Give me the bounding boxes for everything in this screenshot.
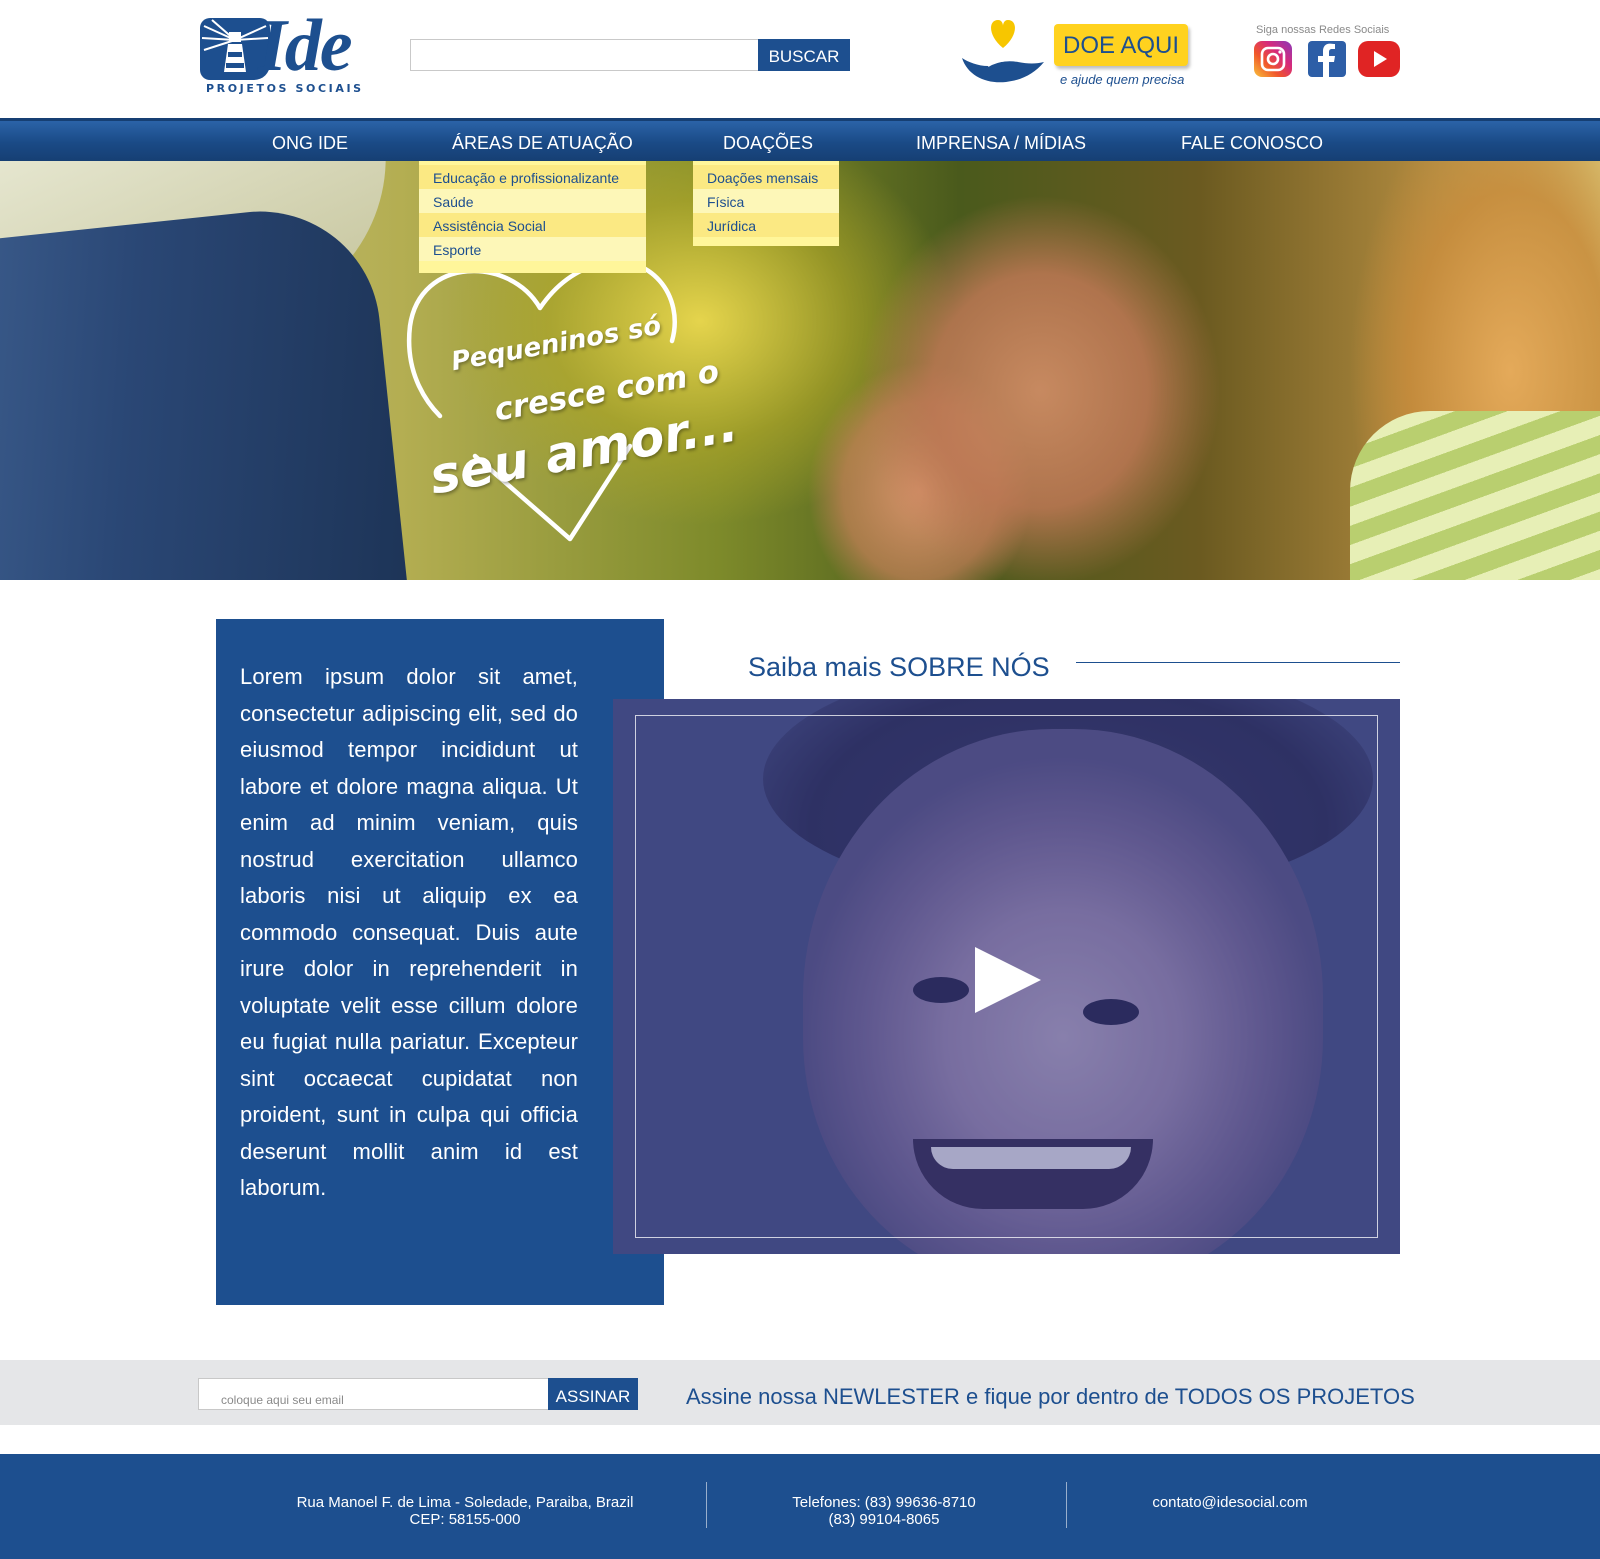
dropdown-item-fisica[interactable]: Física bbox=[707, 191, 744, 215]
play-icon[interactable] bbox=[973, 945, 1043, 1015]
site-header: Ide PROJETOS SOCIAIS BUSCAR DOE AQUI e a… bbox=[0, 0, 1600, 118]
footer-phone-line2: (83) 99104-8065 bbox=[828, 1511, 940, 1528]
newsletter-text: Assine nossa NEWLESTER e fique por dentr… bbox=[686, 1384, 1415, 1409]
nav-doacoes[interactable]: DOAÇÕES bbox=[723, 121, 813, 164]
nav-areas-de-atuacao[interactable]: ÁREAS DE ATUAÇÃO bbox=[452, 121, 633, 164]
donate-button[interactable]: DOE AQUI bbox=[1054, 24, 1188, 66]
newsletter-email-input[interactable] bbox=[198, 1378, 548, 1410]
dropdown-item-doacoes-mensais[interactable]: Doações mensais bbox=[707, 167, 818, 191]
donate-subtitle: e ajude quem precisa bbox=[1060, 72, 1185, 87]
dropdown-item-esporte[interactable]: Esporte bbox=[433, 239, 481, 263]
site-footer: Rua Manoel F. de Lima - Soledade, Paraib… bbox=[0, 1454, 1600, 1559]
dropdown-doacoes: Doações mensais Física Jurídica bbox=[693, 161, 839, 246]
dropdown-item-juridica[interactable]: Jurídica bbox=[707, 215, 756, 239]
footer-divider bbox=[1066, 1482, 1067, 1528]
footer-email-block: contato@idesocial.com bbox=[1140, 1494, 1320, 1511]
footer-phone-line1: Telefones: (83) 99636-8710 bbox=[792, 1494, 976, 1511]
social-links: Siga nossas Redes Sociais bbox=[1252, 22, 1402, 82]
search-input[interactable] bbox=[410, 39, 758, 71]
logo-tagline: PROJETOS SOCIAIS bbox=[206, 82, 364, 95]
dropdown-item-saude[interactable]: Saúde bbox=[433, 191, 473, 215]
footer-address: Rua Manoel F. de Lima - Soledade, Paraib… bbox=[288, 1494, 642, 1528]
instagram-icon[interactable] bbox=[1254, 41, 1292, 77]
about-heading: Saiba mais SOBRE NÓS bbox=[748, 652, 1050, 682]
footer-email-link[interactable]: contato@idesocial.com bbox=[1140, 1494, 1320, 1511]
newsletter-subscribe-button[interactable]: ASSINAR bbox=[548, 1378, 638, 1410]
facebook-icon[interactable] bbox=[1308, 41, 1346, 77]
hero-child-shirt-shape bbox=[1350, 411, 1600, 580]
dropdown-item-educacao[interactable]: Educação e profissionalizante bbox=[433, 167, 619, 191]
footer-address-line2: CEP: 58155-000 bbox=[409, 1511, 521, 1528]
donate-block: DOE AQUI e ajude quem precisa bbox=[958, 18, 1198, 93]
logo-wordmark: Ide bbox=[258, 5, 353, 87]
main-nav: ONG IDE ÁREAS DE ATUAÇÃO DOAÇÕES IMPRENS… bbox=[0, 118, 1600, 161]
social-label: Siga nossas Redes Sociais bbox=[1256, 24, 1390, 36]
footer-divider bbox=[706, 1482, 707, 1528]
dropdown-areas: Educação e profissionalizante Saúde Assi… bbox=[419, 161, 646, 273]
hero-jeans-shape bbox=[0, 199, 411, 580]
search-bar: BUSCAR bbox=[410, 39, 850, 71]
ide-logo[interactable]: Ide PROJETOS SOCIAIS bbox=[200, 5, 365, 98]
search-button[interactable]: BUSCAR bbox=[758, 39, 850, 71]
newsletter-bar: ASSINAR Assine nossa NEWLESTER e fique p… bbox=[0, 1360, 1600, 1425]
nav-fale-conosco[interactable]: FALE CONOSCO bbox=[1181, 121, 1323, 164]
dropdown-item-assistencia-social[interactable]: Assistência Social bbox=[433, 215, 546, 239]
about-video-player[interactable] bbox=[613, 699, 1400, 1254]
heart-hand-icon bbox=[962, 20, 1044, 83]
about-body-text: Lorem ipsum dolor sit amet, consectetur … bbox=[240, 664, 578, 1200]
footer-phones: Telefones: (83) 99636-8710 (83) 99104-80… bbox=[784, 1494, 984, 1528]
nav-ong-ide[interactable]: ONG IDE bbox=[272, 121, 348, 164]
youtube-icon[interactable] bbox=[1358, 41, 1400, 77]
nav-imprensa-midias[interactable]: IMPRENSA / MÍDIAS bbox=[916, 121, 1086, 164]
footer-address-line1: Rua Manoel F. de Lima - Soledade, Paraib… bbox=[296, 1494, 634, 1511]
about-text-box: Lorem ipsum dolor sit amet, consectetur … bbox=[216, 619, 664, 1305]
heading-divider bbox=[1076, 662, 1400, 663]
